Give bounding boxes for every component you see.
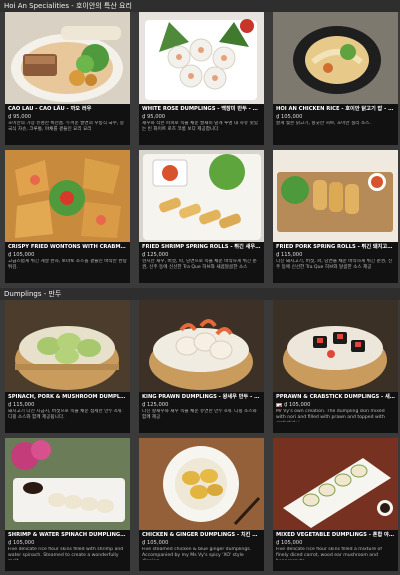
item-description: 돼지고기 다진 시금치, 버섯으로 속을 채운 섬세한 만두 4개. 디핑 소스…: [8, 409, 123, 421]
item-description: 다진 돼지고기, 버섯, 파, 당면을 채운 바삭하게 튀긴 춘권, 신주 등에…: [276, 259, 393, 271]
item-name: WHITE ROSE DUMPLINGS - 백장미 만두 - 바인 바오 바.…: [142, 106, 261, 112]
menu-item-card[interactable]: WHITE ROSE DUMPLINGS - 백장미 만두 - 바인 바오 바.…: [139, 12, 264, 145]
dish-photo: [273, 438, 398, 530]
item-description: 잘게 찢은 닭고기, 향긋한 허브, 호이안 칠리 소스.: [276, 121, 371, 126]
item-description: Five delicate rice flour skins filled a …: [276, 547, 382, 560]
item-price: ₫ 115,000: [276, 252, 303, 258]
menu-item-card[interactable]: CHICKEN & GINGER DUMPLINGS - 치킨 & 진저 만..…: [139, 438, 264, 571]
item-description: 새우와 작은 파파로 속을 채운 쌀새미 덮개 투명 대 사유 맛있는 빈 화이…: [142, 121, 259, 133]
dish-photo: [5, 12, 130, 104]
dish-photo: [5, 438, 130, 530]
item-name: CRISPY FRIED WONTONS WITH CRABMEAT - 게살 …: [8, 244, 127, 250]
menu-item-card[interactable]: SPINACH, PORK & MUSHROOM DUMPLINGS - 시금치…: [5, 300, 130, 433]
item-description: 다진 왕새우와 새우 속을 채운 유연한 만두 4개. 디핑 소스와 함께 제공: [142, 409, 257, 421]
dish-photo: [139, 438, 264, 530]
item-price: ₫ 105,000: [276, 114, 303, 120]
item-description: Mr Vy's own creation. The dumpling skin …: [276, 409, 385, 422]
item-price: ₫ 95,000: [8, 114, 32, 120]
menu-grid-specialities: CAO LAU - CAO LẦU - 까오 러우 ₫ 95,000 호이안의 …: [0, 12, 400, 288]
item-description: 현지산 새우, 버섯, 파, 당면으로 속을 채운 바삭하게 튀긴 춘권, 신주…: [142, 259, 257, 271]
item-price: ₫ 105,000: [284, 402, 311, 408]
item-price: ₫ 105,000: [142, 540, 169, 546]
item-name: SPINACH, PORK & MUSHROOM DUMPLINGS - 시금치…: [8, 394, 127, 400]
item-name: FRIED PORK SPRING ROLLS - 튀긴 돼지고기 춘권 - .…: [276, 244, 395, 250]
item-name: HOI AN CHICKEN RICE - 호이안 닭고기 밥 - 껌 가 호.…: [276, 106, 395, 112]
item-price: ₫ 105,000: [276, 540, 303, 546]
korea-flag-icon: [276, 403, 282, 407]
dish-photo: [139, 12, 264, 104]
item-description: Five delicate rice flour skins filled wi…: [8, 547, 124, 560]
item-name: PPRAWN & CRABSTICK DUMPLINGS - 새우 & 크랩..…: [276, 394, 395, 400]
item-name: KING PRAWN DUMPLINGS - 왕새우 만두 - 하 까오 쩜..…: [142, 394, 261, 400]
item-name: MIXED VEGETABLE DUMPLINGS - 혼합 야채 만두 (S.…: [276, 532, 395, 538]
item-price: ₫ 105,000: [8, 540, 35, 546]
item-description: 고급스럽게 튀긴 게살 완자, 토마토 소스를 곁들인 바삭한 완탕 튀김.: [8, 259, 127, 271]
item-name: SHRIMP & WATER SPINACH DUMPLINGS - 새우와 .…: [8, 532, 127, 538]
item-name: CAO LAU - CAO LẦU - 까오 러우: [8, 106, 92, 112]
section-header: Hoi An Specialities - 호이안의 특산 요리: [0, 0, 400, 12]
menu-item-card[interactable]: FRIED PORK SPRING ROLLS - 튀긴 돼지고기 춘권 - .…: [273, 150, 398, 283]
dish-photo: [5, 300, 130, 392]
item-price: ₫ 105,000: [8, 252, 35, 258]
menu-item-card[interactable]: PPRAWN & CRABSTICK DUMPLINGS - 새우 & 크랩..…: [273, 300, 398, 433]
item-price: ₫ 125,000: [142, 252, 169, 258]
menu-item-card[interactable]: CRISPY FRIED WONTONS WITH CRABMEAT - 게살 …: [5, 150, 130, 283]
item-price: ₫ 125,000: [142, 402, 169, 408]
dish-photo: [139, 300, 264, 392]
item-name: CHICKEN & GINGER DUMPLINGS - 치킨 & 진저 만..…: [142, 532, 261, 538]
section-header: Dumplings - 만두: [0, 288, 400, 300]
menu-item-card[interactable]: MIXED VEGETABLE DUMPLINGS - 혼합 야채 만두 (S.…: [273, 438, 398, 571]
menu-item-card[interactable]: CAO LAU - CAO LẦU - 까오 러우 ₫ 95,000 호이안의 …: [5, 12, 130, 145]
dish-photo: [273, 12, 398, 104]
menu-item-card[interactable]: FRIED SHRIMP SPRING ROLLS - 튀긴 새우 춘권 - 짜…: [139, 150, 264, 283]
item-description: Five steamed chicken & blue ginger dumpl…: [142, 547, 252, 560]
item-price: ₫ 95,000: [142, 114, 166, 120]
dish-photo: [5, 150, 130, 242]
menu-grid-dumplings: SPINACH, PORK & MUSHROOM DUMPLINGS - 시금치…: [0, 300, 400, 575]
item-price: ₫ 115,000: [8, 402, 35, 408]
item-name: FRIED SHRIMP SPRING ROLLS - 튀긴 새우 춘권 - 짜…: [142, 244, 261, 250]
menu-item-card[interactable]: SHRIMP & WATER SPINACH DUMPLINGS - 새우와 .…: [5, 438, 130, 571]
menu-item-card[interactable]: KING PRAWN DUMPLINGS - 왕새우 만두 - 하 까오 쩜..…: [139, 300, 264, 433]
item-description: 호이안의 가장 유명한 특산품. 두꺼운 쌀면의 우동식 국수, 중국식 차슈,…: [8, 121, 125, 133]
menu-item-card[interactable]: HOI AN CHICKEN RICE - 호이안 닭고기 밥 - 껌 가 호.…: [273, 12, 398, 145]
dish-photo: [273, 300, 398, 392]
dish-photo: [139, 150, 264, 242]
dish-photo: [273, 150, 398, 242]
